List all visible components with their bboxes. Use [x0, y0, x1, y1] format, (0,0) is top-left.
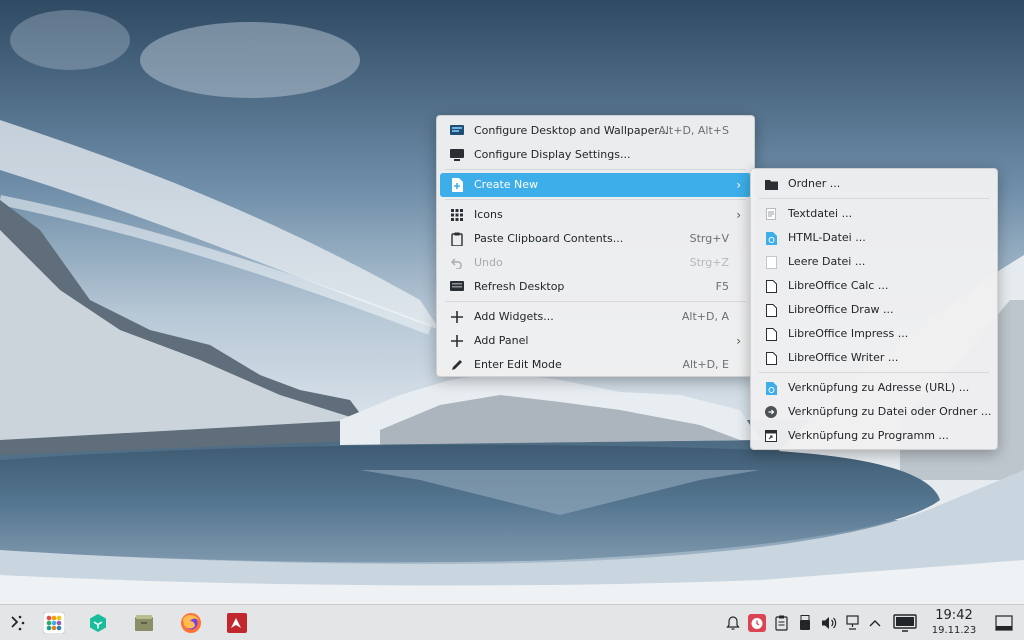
menu-separator [445, 199, 746, 200]
submenu-item-url-link[interactable]: Verknüpfung zu Adresse (URL) ... [754, 376, 994, 400]
document-icon [764, 303, 778, 317]
display-config-icon[interactable] [892, 614, 918, 632]
remote-app-icon[interactable] [223, 609, 251, 637]
notifications-bell-icon[interactable] [724, 614, 742, 632]
software-center-icon[interactable] [84, 609, 112, 637]
menu-separator [445, 169, 746, 170]
submenu-item-text-file[interactable]: Textdatei ... [754, 202, 994, 226]
submenu-item-html-file[interactable]: HTML-Datei ... [754, 226, 994, 250]
menu-separator [445, 301, 746, 302]
shortcut-label: F5 [715, 280, 729, 293]
menu-separator [759, 372, 989, 373]
show-desktop-icon[interactable] [994, 614, 1014, 632]
empty-file-icon [764, 255, 778, 269]
submenu-item-libreoffice-writer[interactable]: LibreOffice Writer ... [754, 346, 994, 370]
menu-item-add-panel[interactable]: Add Panel › [440, 329, 751, 353]
usb-device-icon[interactable] [796, 614, 814, 632]
grid-icon [450, 208, 464, 222]
chevron-right-icon: › [736, 178, 741, 192]
new-file-icon [450, 178, 464, 192]
alarm-clock-icon[interactable] [748, 614, 766, 632]
volume-icon[interactable] [820, 614, 838, 632]
pencil-icon [450, 358, 464, 372]
clock-time[interactable]: 19:42 [928, 608, 980, 623]
menu-item-create-new[interactable]: Create New › [440, 173, 751, 197]
submenu-item-program-link[interactable]: Verknüpfung zu Programm ... [754, 424, 994, 448]
plus-icon [450, 334, 464, 348]
clock-date[interactable]: 19.11.23 [928, 625, 980, 636]
program-link-icon [764, 429, 778, 443]
menu-item-add-widgets[interactable]: Add Widgets... Alt+D, A [440, 305, 751, 329]
desktop-settings-icon [450, 124, 464, 138]
menu-item-paste[interactable]: Paste Clipboard Contents... Strg+V [440, 227, 751, 251]
menu-item-edit-mode[interactable]: Enter Edit Mode Alt+D, E [440, 353, 751, 377]
folder-icon [764, 177, 778, 191]
app-grid-icon[interactable] [40, 609, 68, 637]
menu-item-undo[interactable]: Undo Strg+Z [440, 251, 751, 275]
shortcut-label: Strg+V [689, 232, 729, 245]
clipboard-icon [450, 232, 464, 246]
document-icon [764, 327, 778, 341]
submenu-item-libreoffice-impress[interactable]: LibreOffice Impress ... [754, 322, 994, 346]
html-file-icon [764, 231, 778, 245]
menu-item-configure-desktop[interactable]: Configure Desktop and Wallpaper... Alt+D… [440, 119, 751, 143]
submenu-item-empty-file[interactable]: Leere Datei ... [754, 250, 994, 274]
application-launcher-icon[interactable] [4, 609, 32, 637]
menu-item-icons[interactable]: Icons › [440, 203, 751, 227]
menu-item-configure-display[interactable]: Configure Display Settings... [440, 143, 751, 167]
menu-item-refresh[interactable]: Refresh Desktop F5 [440, 275, 751, 299]
file-manager-icon[interactable] [130, 609, 158, 637]
shortcut-label: Alt+D, A [681, 310, 729, 323]
url-link-icon [764, 381, 778, 395]
shortcut-label: Alt+D, E [682, 358, 729, 371]
refresh-icon [450, 280, 464, 294]
submenu-item-libreoffice-draw[interactable]: LibreOffice Draw ... [754, 298, 994, 322]
network-icon[interactable] [844, 614, 862, 632]
chevron-right-icon: › [736, 334, 741, 348]
document-icon [764, 351, 778, 365]
submenu-item-folder[interactable]: Ordner ... [754, 172, 994, 196]
desktop-context-menu: Configure Desktop and Wallpaper... Alt+D… [436, 115, 755, 377]
link-icon [764, 405, 778, 419]
shortcut-label: Alt+D, Alt+S [658, 124, 729, 137]
plus-icon [450, 310, 464, 324]
firefox-icon[interactable] [177, 609, 205, 637]
document-icon [764, 279, 778, 293]
taskbar: 19:42 19.11.23 [0, 604, 1024, 640]
shortcut-label: Strg+Z [689, 256, 729, 269]
submenu-item-libreoffice-calc[interactable]: LibreOffice Calc ... [754, 274, 994, 298]
menu-separator [759, 198, 989, 199]
expand-tray-icon[interactable] [866, 614, 884, 632]
clipboard-icon[interactable] [772, 614, 790, 632]
text-file-icon [764, 207, 778, 221]
display-icon [450, 148, 464, 162]
undo-icon [450, 256, 464, 270]
submenu-item-file-folder-link[interactable]: Verknüpfung zu Datei oder Ordner ... [754, 400, 994, 424]
chevron-right-icon: › [736, 208, 741, 222]
create-new-submenu: Ordner ... Textdatei ... HTML-Datei ... … [750, 168, 998, 450]
